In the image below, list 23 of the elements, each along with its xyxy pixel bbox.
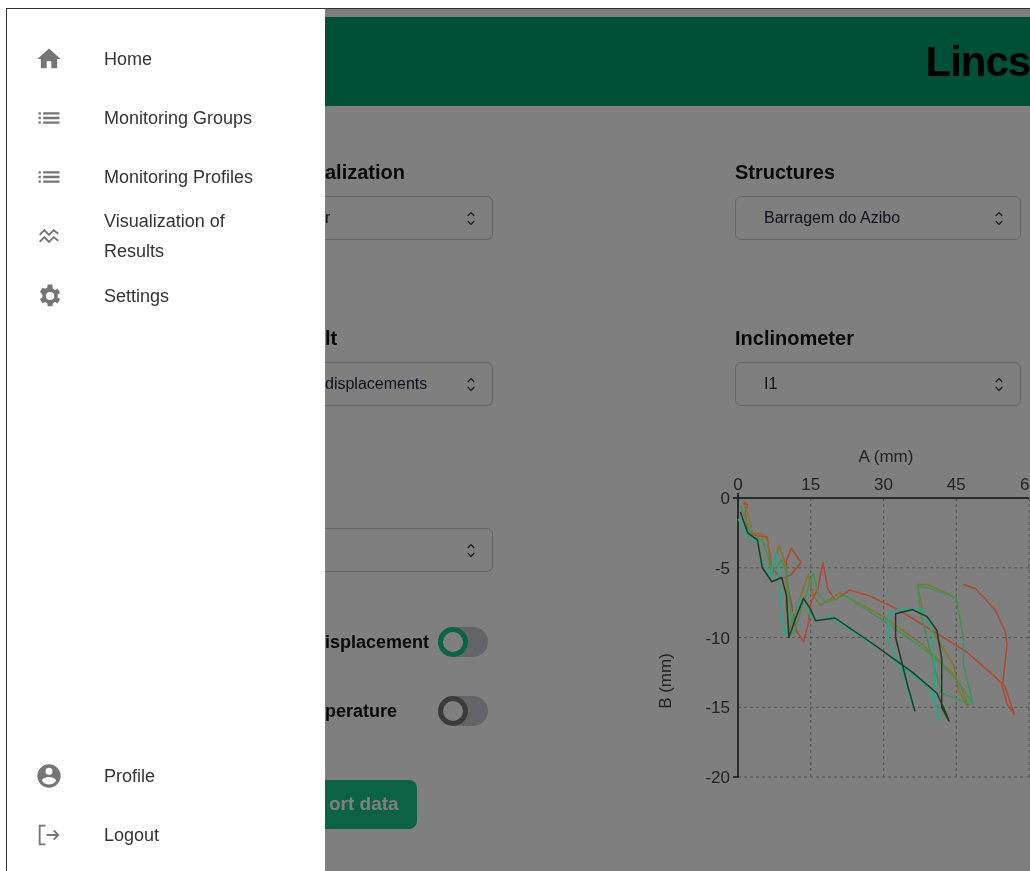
y-axis-title: B (mm) [656,653,675,709]
toggle-label: isplacement [325,630,430,654]
logo-text: Lincs [925,40,1030,83]
field-label: Inclinometer [735,326,854,351]
field-label: Structures [735,160,836,185]
tick-label: 30 [874,475,893,494]
tick-label: -15 [705,698,730,718]
tick-label: 15 [801,475,821,494]
select-value: r [325,208,331,228]
tick-label: 6 [1020,475,1030,494]
select-value: Barragem do Azibo [764,208,901,228]
select-value: displacements [325,374,428,394]
field-label: alization [325,160,405,185]
toggle-label: perature [325,699,398,723]
tick-label: 45 [946,475,966,494]
select-value: I1 [764,374,778,394]
field-label: lt [325,326,338,351]
tick-label: -5 [714,558,730,578]
tick-label: 0 [733,475,743,494]
x-axis-title: A (mm) [858,447,914,466]
tick-label: -10 [705,628,730,648]
tick-label: 0 [720,489,730,508]
tick-label: -20 [705,768,730,787]
